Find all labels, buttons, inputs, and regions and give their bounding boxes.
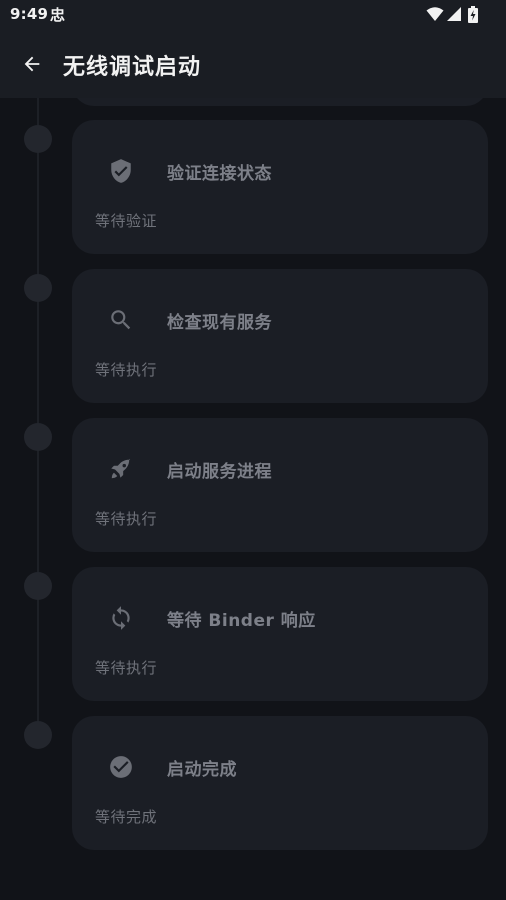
rocket-icon [111, 458, 131, 479]
step-title: 启动完成 [167, 760, 237, 780]
back-button[interactable] [12, 44, 52, 84]
timeline-dot [24, 572, 52, 600]
step-status: 等待执行 [95, 361, 158, 379]
search-icon [111, 310, 131, 330]
timeline-dot [24, 423, 52, 451]
status-bar: 9:49 忠 [0, 0, 506, 30]
step-title: 等待 Binder 响应 [167, 611, 316, 631]
sync-icon [112, 606, 130, 630]
step-title: 验证连接状态 [167, 164, 272, 184]
timeline-line [37, 98, 39, 738]
status-time: 9:49 [10, 5, 49, 23]
step-card-start-process: 启动服务进程 等待执行 [72, 418, 488, 552]
signal-icon [447, 7, 461, 21]
step-status: 等待执行 [95, 659, 158, 677]
wifi-icon [426, 7, 444, 21]
step-card-wait-binder: 等待 Binder 响应 等待执行 [72, 567, 488, 701]
timeline-dot [24, 274, 52, 302]
arrow-left-icon [24, 56, 40, 72]
step-card-verify-connection: 验证连接状态 等待验证 [72, 120, 488, 254]
step-title: 启动服务进程 [167, 462, 272, 482]
step-card-complete: 启动完成 等待完成 [72, 716, 488, 850]
timeline-dot [24, 721, 52, 749]
step-status: 等待执行 [95, 510, 158, 528]
page-title: 无线调试启动 [63, 55, 202, 80]
check-circle-icon [110, 756, 132, 778]
step-status: 等待完成 [95, 808, 158, 826]
screen: 9:49 忠 无线调试启动 验证连接状态 等待验证 检查现有服务 等待执行 启动… [0, 0, 506, 900]
step-title: 检查现有服务 [167, 313, 272, 333]
step-status: 等待验证 [95, 212, 158, 230]
app-bar: 无线调试启动 [0, 30, 506, 98]
shield-check-icon [111, 159, 131, 183]
timeline-dot [24, 125, 52, 153]
battery-icon [468, 6, 478, 23]
notification-icon: 忠 [50, 6, 66, 24]
step-card-check-service: 检查现有服务 等待执行 [72, 269, 488, 403]
